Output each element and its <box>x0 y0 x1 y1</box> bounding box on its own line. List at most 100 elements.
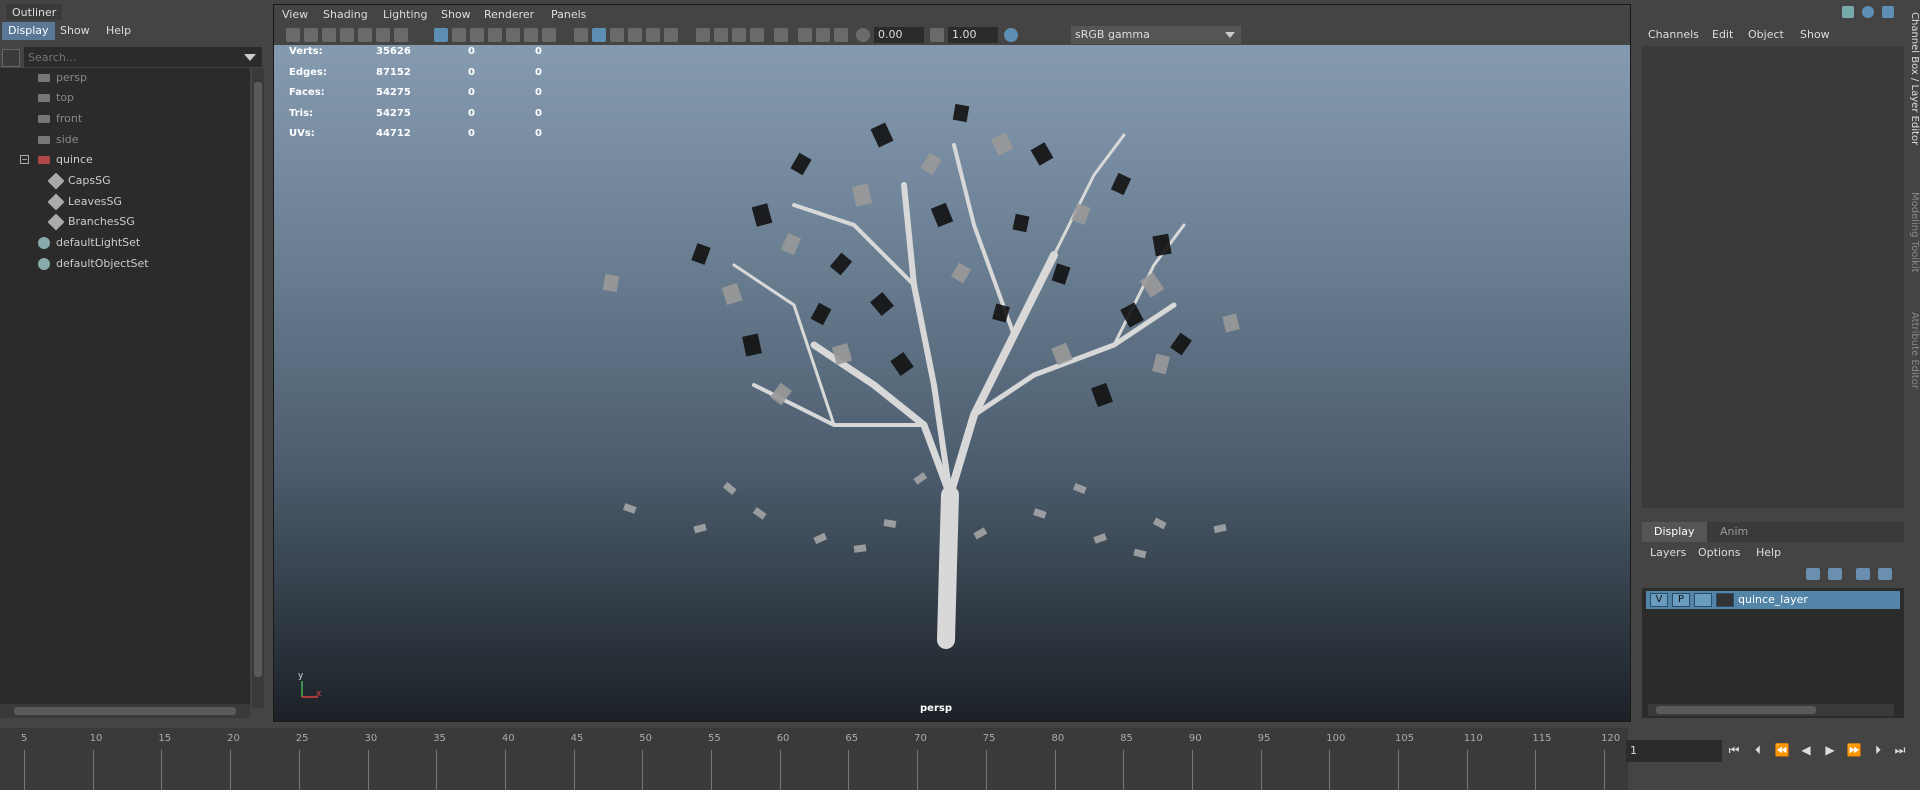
menu-view[interactable]: View <box>282 8 308 21</box>
wireframe-icon[interactable] <box>434 28 448 42</box>
step-forward-frame-icon[interactable]: ⏵ <box>1870 742 1886 758</box>
side-tab-modeling-toolkit[interactable]: Modeling Toolkit <box>1902 185 1920 280</box>
step-back-frame-icon[interactable]: ⏴ <box>1750 742 1766 758</box>
tree-item-branchessg[interactable]: BranchesSG <box>0 212 250 232</box>
menu-options[interactable]: Options <box>1698 546 1740 559</box>
menu-renderer[interactable]: Renderer <box>484 8 534 21</box>
color-management-icon[interactable] <box>1004 28 1018 42</box>
safe-action-icon[interactable] <box>524 28 538 42</box>
menu-help[interactable]: Help <box>100 22 137 40</box>
outliner-vertical-scrollbar[interactable] <box>252 68 264 708</box>
gate-mask-icon[interactable] <box>488 28 502 42</box>
wireframe-shade-icon[interactable] <box>574 28 588 42</box>
wireframe-on-shaded-icon[interactable] <box>610 28 624 42</box>
menu-lighting[interactable]: Lighting <box>383 8 427 21</box>
use-all-lights-icon[interactable] <box>646 28 660 42</box>
menu-show[interactable]: Show <box>441 8 471 21</box>
menu-object[interactable]: Object <box>1748 28 1784 41</box>
playback-toggle[interactable]: P <box>1672 593 1690 607</box>
side-tab-channel-box[interactable]: Channel Box / Layer Editor <box>1902 4 1920 154</box>
time-slider[interactable]: 5 10 15 20 25 30 35 40 45 50 55 60 65 70 75 80 85 90 95 100… <box>0 728 1628 790</box>
tool-settings-toggle-icon[interactable] <box>1882 6 1894 18</box>
tab-anim[interactable]: Anim <box>1708 522 1760 542</box>
motion-blur-icon[interactable] <box>750 28 764 42</box>
search-box[interactable] <box>24 47 262 67</box>
scroll-thumb[interactable] <box>1656 706 1816 714</box>
layer-color-swatch[interactable] <box>1716 593 1734 607</box>
field-chart-icon[interactable] <box>506 28 520 42</box>
menu-edit[interactable]: Edit <box>1712 28 1733 41</box>
outliner-horizontal-scrollbar[interactable] <box>0 704 250 718</box>
exposure-icon[interactable] <box>856 28 870 42</box>
safe-title-icon[interactable] <box>542 28 556 42</box>
film-gate-icon[interactable] <box>452 28 466 42</box>
menu-channels[interactable]: Channels <box>1648 28 1699 41</box>
xray-icon[interactable] <box>696 28 710 42</box>
hud-toggle-icon[interactable] <box>798 28 812 42</box>
go-to-start-icon[interactable]: ⏮ <box>1726 742 1742 758</box>
tree-item-side[interactable]: side <box>0 130 250 150</box>
bookmark-icon[interactable] <box>322 28 336 42</box>
tab-display[interactable]: Display <box>1642 522 1707 542</box>
menu-layers[interactable]: Layers <box>1650 546 1686 559</box>
hud-options-icon[interactable] <box>816 28 830 42</box>
tree-item-quince[interactable]: − quince <box>0 150 250 170</box>
step-back-key-icon[interactable]: ⏪ <box>1774 742 1790 758</box>
smooth-shade-icon[interactable] <box>592 28 606 42</box>
tree-item-top[interactable]: top <box>0 88 250 108</box>
image-plane-icon[interactable] <box>340 28 354 42</box>
shadows-icon[interactable] <box>664 28 678 42</box>
2d-pan-icon[interactable] <box>376 28 390 42</box>
gamma-icon[interactable] <box>930 28 944 42</box>
play-backwards-icon[interactable]: ◀ <box>1798 742 1814 758</box>
scroll-thumb[interactable] <box>254 82 262 677</box>
tree-item-capssg[interactable]: CapsSG <box>0 171 250 191</box>
resolution-gate-icon[interactable] <box>470 28 484 42</box>
display-type-toggle[interactable] <box>1694 593 1712 607</box>
exposure-field[interactable]: 0.00 <box>874 27 924 43</box>
menu-display[interactable]: Display <box>2 22 55 40</box>
search-input[interactable] <box>28 47 238 67</box>
grease-pencil-icon[interactable] <box>358 28 372 42</box>
xray-joints-icon[interactable] <box>714 28 728 42</box>
filter-icon[interactable] <box>2 49 20 67</box>
view-transform-select[interactable]: sRGB gamma <box>1071 26 1241 44</box>
isolate-select-icon[interactable] <box>774 28 788 42</box>
current-frame-field[interactable]: 1 <box>1626 740 1722 762</box>
grid-icon[interactable] <box>394 28 408 42</box>
menu-shading[interactable]: Shading <box>323 8 368 21</box>
attribute-editor-toggle-icon[interactable] <box>1862 6 1874 18</box>
scroll-thumb[interactable] <box>14 707 236 715</box>
move-layer-up-icon[interactable] <box>1806 568 1820 580</box>
tree-item-persp[interactable]: persp <box>0 68 250 88</box>
channel-box-toggle-icon[interactable] <box>1842 6 1854 18</box>
side-tab-attribute-editor[interactable]: Attribute Editor <box>1902 305 1920 395</box>
step-forward-key-icon[interactable]: ⏩ <box>1846 742 1862 758</box>
menu-panels[interactable]: Panels <box>551 8 586 21</box>
collapse-icon[interactable]: − <box>20 155 29 164</box>
menu-help[interactable]: Help <box>1756 546 1781 559</box>
menu-show[interactable]: Show <box>54 22 96 40</box>
frame-icon[interactable] <box>834 28 848 42</box>
tree-item-defaultobjectset[interactable]: defaultObjectSet <box>0 254 250 274</box>
layer-horizontal-scrollbar[interactable] <box>1648 704 1894 716</box>
tree-item-leavessg[interactable]: LeavesSG <box>0 192 250 212</box>
new-layer-from-selection-icon[interactable] <box>1878 568 1892 580</box>
new-layer-icon[interactable] <box>1856 568 1870 580</box>
menu-show[interactable]: Show <box>1800 28 1830 41</box>
camera-icon[interactable] <box>286 28 300 42</box>
go-to-end-icon[interactable]: ⏭ <box>1892 742 1908 758</box>
visibility-toggle[interactable]: V <box>1650 593 1668 607</box>
textured-icon[interactable] <box>628 28 642 42</box>
move-layer-down-icon[interactable] <box>1828 568 1842 580</box>
ambient-occlusion-icon[interactable] <box>732 28 746 42</box>
camera-attributes-icon[interactable] <box>304 28 318 42</box>
tree-item-defaultlightset[interactable]: defaultLightSet <box>0 233 250 253</box>
layer-row[interactable]: V P quince_layer <box>1646 591 1900 609</box>
tree-item-front[interactable]: front <box>0 109 250 129</box>
play-forwards-icon[interactable]: ▶ <box>1822 742 1838 758</box>
gamma-field[interactable]: 1.00 <box>948 27 998 43</box>
timeline-tick-label: 80 <box>1051 733 1065 744</box>
timeline-tick <box>985 750 987 790</box>
chevron-down-icon[interactable] <box>244 54 256 61</box>
